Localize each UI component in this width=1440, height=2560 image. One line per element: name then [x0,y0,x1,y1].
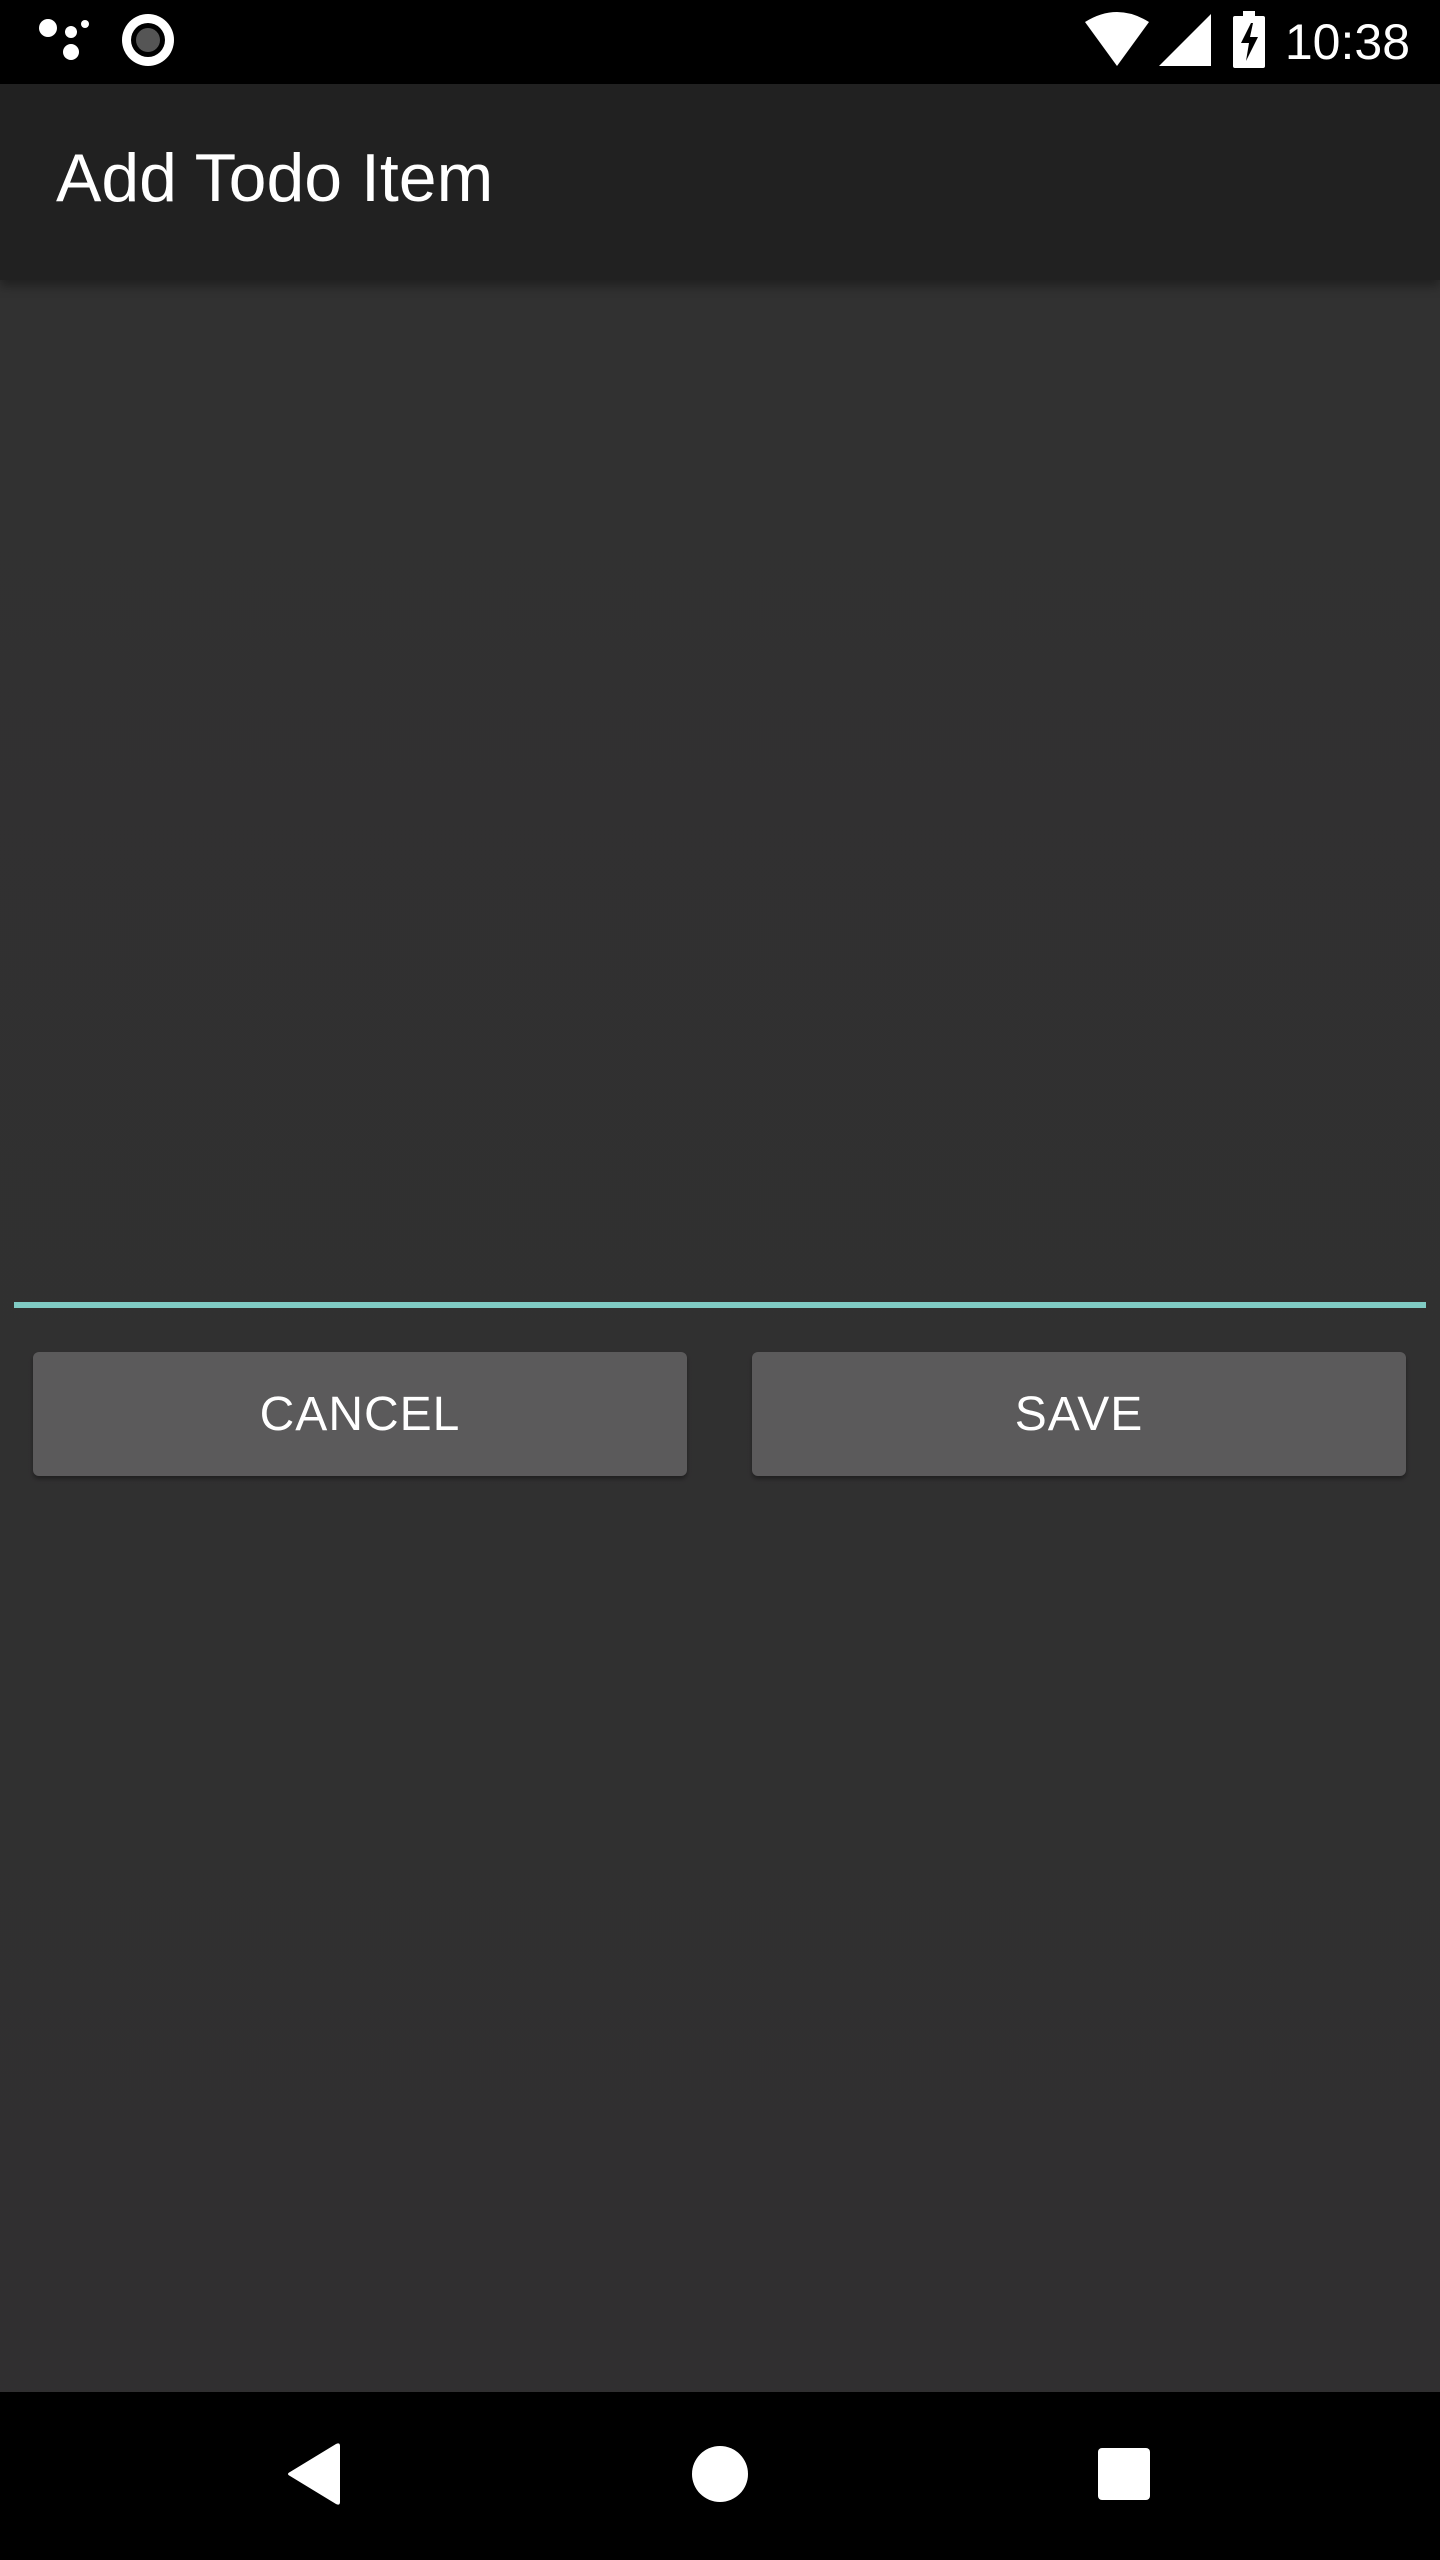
cancel-button[interactable]: CANCEL [33,1352,687,1476]
assistant-dots-icon [36,12,92,73]
todo-item-input[interactable] [14,290,1426,1308]
recents-icon [1096,2446,1152,2507]
home-button[interactable] [670,2426,770,2526]
record-icon [120,12,176,73]
save-button[interactable]: SAVE [752,1352,1406,1476]
page-title: Add Todo Item [56,140,494,216]
status-left-icons [36,12,176,73]
wifi-icon [1084,11,1149,73]
recents-button[interactable] [1074,2426,1174,2526]
navigation-bar [0,2392,1440,2560]
back-button[interactable] [266,2426,366,2526]
home-icon [690,2444,750,2509]
battery-charging-icon [1231,10,1267,74]
back-icon [286,2442,346,2511]
cell-signal-icon [1158,13,1211,71]
status-right-icons: 10:38 [1084,10,1410,74]
content-area: CANCEL SAVE [0,280,1440,2392]
app-bar: Add Todo Item [0,84,1440,280]
status-bar: 10:38 [0,0,1440,84]
status-time: 10:38 [1284,14,1410,70]
